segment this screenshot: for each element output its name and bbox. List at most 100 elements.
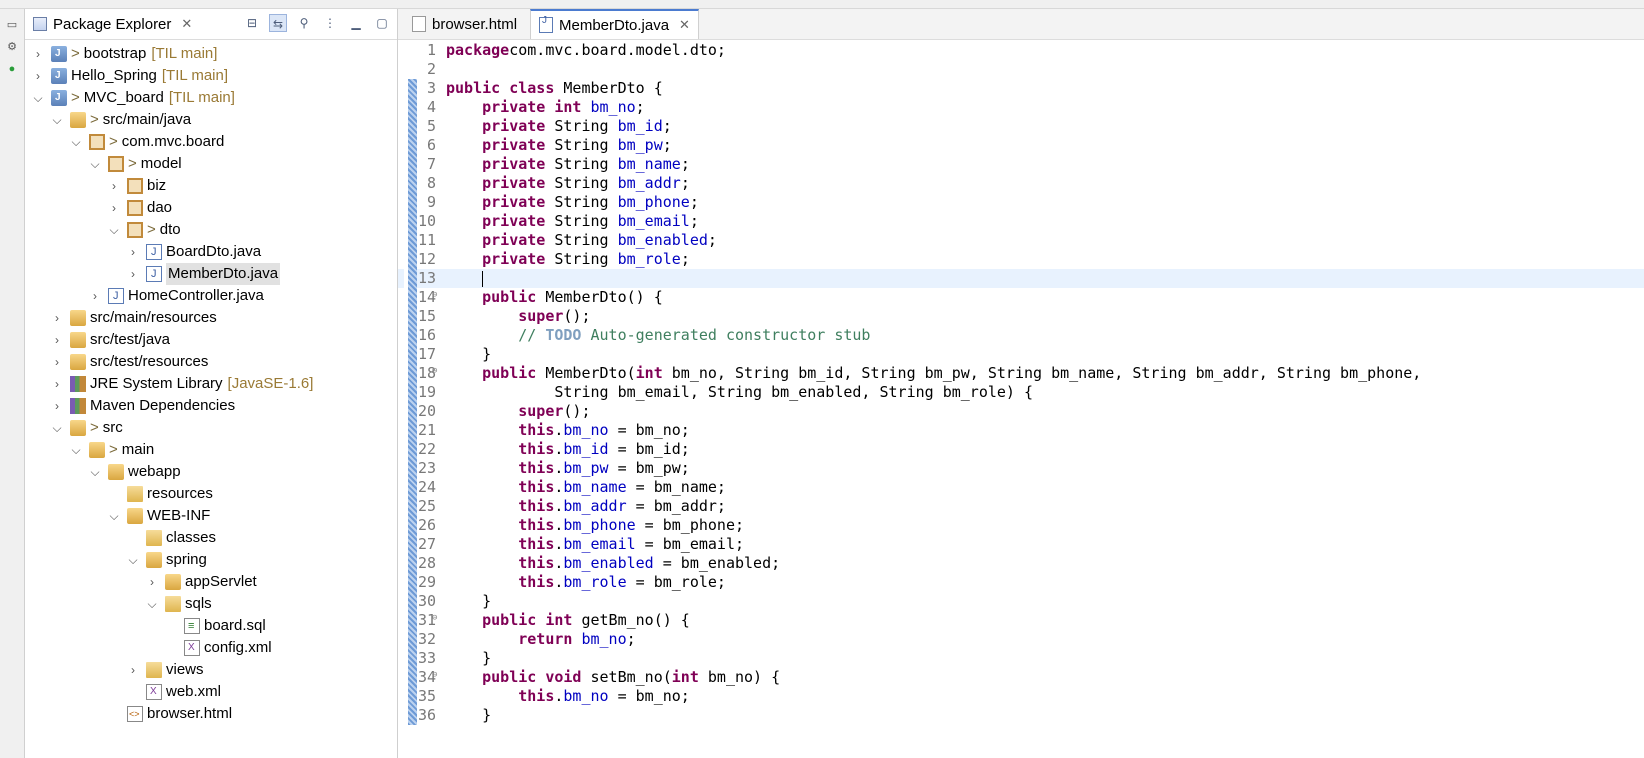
collapsed-chevron-icon[interactable]: ›: [107, 175, 121, 197]
tree-item[interactable]: config.xml: [164, 637, 272, 659]
fold-collapse-icon[interactable]: ⊖: [432, 286, 437, 305]
code-line[interactable]: 26 this.bm_phone = bm_phone;: [398, 516, 1644, 535]
tree-item[interactable]: › Hello_Spring[TIL main]: [31, 65, 228, 87]
collapsed-chevron-icon[interactable]: ›: [50, 395, 64, 417]
tree-item[interactable]: ⌵ > src: [50, 417, 123, 439]
tree-item[interactable]: web.xml: [126, 681, 221, 703]
tree-item[interactable]: › biz: [107, 175, 166, 197]
editor-tab[interactable]: browser.html: [404, 9, 525, 39]
tree-item[interactable]: › dao: [107, 197, 172, 219]
code-line[interactable]: 6 private String bm_pw;: [398, 136, 1644, 155]
tree-item[interactable]: ⌵ spring: [126, 549, 207, 571]
code-line[interactable]: 4 private int bm_no;: [398, 98, 1644, 117]
code-line[interactable]: 20 super();: [398, 402, 1644, 421]
code-line[interactable]: 7 private String bm_name;: [398, 155, 1644, 174]
code-line[interactable]: 18 ⊖ public MemberDto(int bm_no, String b…: [398, 364, 1644, 383]
fold-collapse-icon[interactable]: ⊖: [432, 609, 437, 628]
collapsed-chevron-icon[interactable]: ›: [126, 241, 140, 263]
collapse-all-icon[interactable]: ⊟: [243, 14, 261, 32]
expanded-chevron-icon[interactable]: ⌵: [31, 87, 45, 109]
code-line[interactable]: 13: [398, 269, 1644, 288]
tree-item[interactable]: ⌵ > src/main/java: [50, 109, 191, 131]
collapsed-chevron-icon[interactable]: ›: [50, 373, 64, 395]
code-line[interactable]: 32 return bm_no;: [398, 630, 1644, 649]
tree-item[interactable]: › views: [126, 659, 204, 681]
code-line[interactable]: 5 private String bm_id;: [398, 117, 1644, 136]
tree-item[interactable]: › src/main/resources: [50, 307, 217, 329]
collapsed-chevron-icon[interactable]: ›: [50, 329, 64, 351]
code-line[interactable]: 9 private String bm_phone;: [398, 193, 1644, 212]
code-line[interactable]: 30 }: [398, 592, 1644, 611]
tree-item[interactable]: ⌵ >MVC_board[TIL main]: [31, 87, 235, 109]
expanded-chevron-icon[interactable]: ⌵: [69, 131, 83, 153]
fold-collapse-icon[interactable]: ⊖: [432, 666, 437, 685]
collapsed-chevron-icon[interactable]: ›: [107, 197, 121, 219]
tree-item[interactable]: ⌵ > dto: [107, 219, 181, 241]
collapsed-chevron-icon[interactable]: ›: [145, 571, 159, 593]
tab-package-explorer[interactable]: Package Explorer ✕: [25, 9, 202, 39]
expanded-chevron-icon[interactable]: ⌵: [107, 219, 121, 241]
tree-item[interactable]: › BoardDto.java: [126, 241, 261, 263]
expanded-chevron-icon[interactable]: ⌵: [126, 549, 140, 571]
tree-item[interactable]: › >bootstrap[TIL main]: [31, 43, 217, 65]
expanded-chevron-icon[interactable]: ⌵: [69, 439, 83, 461]
expanded-chevron-icon[interactable]: ⌵: [88, 153, 102, 175]
code-line[interactable]: 12 private String bm_role;: [398, 250, 1644, 269]
collapsed-chevron-icon[interactable]: ›: [50, 307, 64, 329]
tree-item[interactable]: ⌵ webapp: [88, 461, 181, 483]
tree-item[interactable]: › JRE System Library [JavaSE-1.6]: [50, 373, 313, 395]
tree-item[interactable]: ⌵ > com.mvc.board: [69, 131, 224, 153]
code-line[interactable]: 1 packagecom.mvc.board.model.dto;: [398, 41, 1644, 60]
close-icon[interactable]: ✕: [181, 16, 192, 32]
code-line[interactable]: 8 private String bm_addr;: [398, 174, 1644, 193]
collapsed-chevron-icon[interactable]: ›: [88, 285, 102, 307]
tree-item[interactable]: ⌵ sqls: [145, 593, 212, 615]
code-line[interactable]: 27 this.bm_email = bm_email;: [398, 535, 1644, 554]
code-line[interactable]: 11 private String bm_enabled;: [398, 231, 1644, 250]
code-line[interactable]: 10 private String bm_email;: [398, 212, 1644, 231]
code-line[interactable]: 28 this.bm_enabled = bm_enabled;: [398, 554, 1644, 573]
collapsed-chevron-icon[interactable]: ›: [31, 43, 45, 65]
expanded-chevron-icon[interactable]: ⌵: [107, 505, 121, 527]
view-menu-icon[interactable]: ⋮: [321, 14, 339, 32]
code-line[interactable]: 15 super();: [398, 307, 1644, 326]
filter-icon[interactable]: ⚲: [295, 14, 313, 32]
code-line[interactable]: 24 this.bm_name = bm_name;: [398, 478, 1644, 497]
tree-item[interactable]: ⌵ > main: [69, 439, 154, 461]
code-line[interactable]: 19 String bm_email, String bm_enabled, S…: [398, 383, 1644, 402]
link-with-editor-icon[interactable]: ⇆: [269, 14, 287, 32]
maximize-icon[interactable]: ▢: [373, 14, 391, 32]
code-line[interactable]: 31 ⊖ public int getBm_no() {: [398, 611, 1644, 630]
code-line[interactable]: 25 this.bm_addr = bm_addr;: [398, 497, 1644, 516]
collapsed-chevron-icon[interactable]: ›: [50, 351, 64, 373]
code-line[interactable]: 35 this.bm_no = bm_no;: [398, 687, 1644, 706]
code-line[interactable]: 36 }: [398, 706, 1644, 725]
tree-item[interactable]: classes: [126, 527, 216, 549]
tree-item[interactable]: board.sql: [164, 615, 266, 637]
code-line[interactable]: 16 // TODO Auto-generated constructor st…: [398, 326, 1644, 345]
restore-icon[interactable]: ▭: [4, 17, 20, 33]
views-icon[interactable]: ⚙: [4, 39, 20, 55]
tree-item[interactable]: › HomeController.java: [88, 285, 264, 307]
tree-item[interactable]: › appServlet: [145, 571, 257, 593]
expanded-chevron-icon[interactable]: ⌵: [88, 461, 102, 483]
expanded-chevron-icon[interactable]: ⌵: [50, 417, 64, 439]
code-line[interactable]: 14 ⊖ public MemberDto() {: [398, 288, 1644, 307]
tree-item[interactable]: ⌵ > model: [88, 153, 182, 175]
code-line[interactable]: 22 this.bm_id = bm_id;: [398, 440, 1644, 459]
code-line[interactable]: 33 }: [398, 649, 1644, 668]
expanded-chevron-icon[interactable]: ⌵: [50, 109, 64, 131]
code-line[interactable]: 34 ⊖ public void setBm_no(int bm_no) {: [398, 668, 1644, 687]
code-line[interactable]: 2: [398, 60, 1644, 79]
minimize-icon[interactable]: ▁: [347, 14, 365, 32]
expanded-chevron-icon[interactable]: ⌵: [145, 593, 159, 615]
editor-tab[interactable]: MemberDto.java ✕: [530, 9, 699, 39]
code-line[interactable]: 17 }: [398, 345, 1644, 364]
tree-item[interactable]: ⌵ WEB-INF: [107, 505, 210, 527]
tree-item[interactable]: › src/test/resources: [50, 351, 208, 373]
code-line[interactable]: 3 public class MemberDto {: [398, 79, 1644, 98]
collapsed-chevron-icon[interactable]: ›: [126, 263, 140, 285]
code-line[interactable]: 23 this.bm_pw = bm_pw;: [398, 459, 1644, 478]
tree-item[interactable]: › src/test/java: [50, 329, 170, 351]
code-line[interactable]: 21 this.bm_no = bm_no;: [398, 421, 1644, 440]
